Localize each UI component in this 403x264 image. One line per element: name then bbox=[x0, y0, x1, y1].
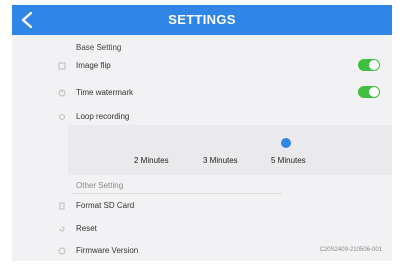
duration-option-2min[interactable]: 2 Minutes bbox=[134, 156, 169, 165]
header-bar: SETTINGS bbox=[12, 5, 392, 35]
page-title: SETTINGS bbox=[168, 12, 236, 27]
duration-option-3min[interactable]: 3 Minutes bbox=[203, 156, 238, 165]
section-divider bbox=[72, 193, 282, 194]
loop-duration-slider[interactable] bbox=[68, 125, 392, 175]
duration-option-5min[interactable]: 5 Minutes bbox=[271, 156, 306, 165]
setting-row-time-watermark[interactable]: Time watermark bbox=[12, 84, 392, 102]
clock-icon bbox=[58, 89, 66, 97]
slider-thumb[interactable] bbox=[280, 137, 292, 149]
section-title-base: Base Setting bbox=[76, 43, 122, 52]
sd-card-icon bbox=[59, 202, 65, 210]
time-watermark-toggle[interactable] bbox=[358, 86, 380, 98]
loop-icon bbox=[59, 114, 65, 120]
setting-label: Time watermark bbox=[76, 88, 134, 97]
setting-label: Image flip bbox=[76, 61, 111, 70]
info-icon bbox=[58, 247, 66, 255]
firmware-version-value: C20S2409-210506-001 bbox=[319, 247, 382, 253]
reset-icon bbox=[59, 226, 65, 232]
setting-row-firmware: Firmware Version C20S2409-210506-001 bbox=[12, 242, 392, 260]
image-flip-toggle[interactable] bbox=[358, 59, 380, 71]
settings-screen: SETTINGS Base Setting Image flip Time wa… bbox=[12, 5, 392, 261]
setting-row-format-sd[interactable]: Format SD Card bbox=[12, 197, 392, 215]
setting-label: Reset bbox=[76, 224, 97, 233]
toggle-knob bbox=[369, 87, 379, 97]
setting-row-loop-recording[interactable]: Loop recording bbox=[12, 108, 392, 126]
flip-icon bbox=[58, 62, 66, 70]
toggle-knob bbox=[369, 60, 379, 70]
setting-row-image-flip[interactable]: Image flip bbox=[12, 57, 392, 75]
setting-label: Loop recording bbox=[76, 112, 130, 121]
section-title-other: Other Setting bbox=[76, 181, 124, 190]
setting-row-reset[interactable]: Reset bbox=[12, 220, 392, 238]
setting-label: Firmware Version bbox=[76, 246, 139, 255]
setting-label: Format SD Card bbox=[76, 201, 135, 210]
